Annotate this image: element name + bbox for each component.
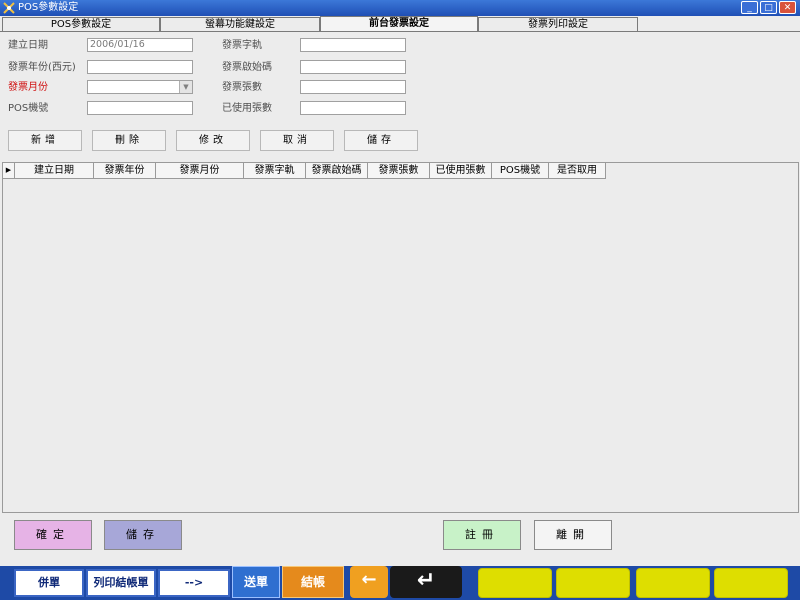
function-key-1[interactable] <box>478 568 552 598</box>
back-arrow-icon[interactable]: ← <box>350 566 388 598</box>
save-record-button[interactable]: 儲存 <box>344 130 418 151</box>
pos-number-field[interactable] <box>87 101 193 115</box>
chevron-down-icon[interactable]: ▼ <box>179 81 192 93</box>
minimize-button[interactable]: _ <box>741 1 758 14</box>
register-button[interactable]: 註冊 <box>443 520 521 550</box>
maximize-button[interactable]: □ <box>760 1 777 14</box>
col-pos-number[interactable]: POS機號 <box>492 163 549 179</box>
app-icon <box>3 2 15 14</box>
cancel-button[interactable]: 取消 <box>260 130 334 151</box>
function-key-2[interactable] <box>556 568 630 598</box>
tab-strip: POS參數設定 螢幕功能鍵設定 前台發票設定 發票列印設定 <box>0 16 800 32</box>
pos-taskbar: 併單 列印結帳單 --> 送單 結帳 ← ↵ <box>0 566 800 600</box>
col-invoice-start[interactable]: 發票啟始碼 <box>306 163 368 179</box>
invoice-start-label: 發票啟始碼 <box>222 62 272 73</box>
add-button[interactable]: 新增 <box>8 130 82 151</box>
leave-button[interactable]: 離開 <box>534 520 612 550</box>
invoice-year-field[interactable] <box>87 60 193 74</box>
tab-divider <box>0 31 800 32</box>
enter-arrow-icon[interactable]: ↵ <box>390 566 462 598</box>
col-used-count[interactable]: 已使用張數 <box>430 163 492 179</box>
created-date-field[interactable]: 2006/01/16 <box>87 38 193 52</box>
tab-invoice-print[interactable]: 發票列印設定 <box>478 17 638 31</box>
col-invoice-month[interactable]: 發票月份 <box>156 163 244 179</box>
tab-function-keys[interactable]: 螢幕功能鍵設定 <box>160 17 320 31</box>
merge-order-button[interactable]: 併單 <box>14 569 84 597</box>
col-taken[interactable]: 是否取用 <box>549 163 606 179</box>
tab-pos-settings[interactable]: POS參數設定 <box>2 17 160 31</box>
save-button[interactable]: 儲存 <box>104 520 182 550</box>
col-invoice-year[interactable]: 發票年份 <box>94 163 156 179</box>
invoice-track-field[interactable] <box>300 38 406 52</box>
close-button[interactable]: ✕ <box>779 1 796 14</box>
send-order-button[interactable]: 送單 <box>232 566 280 598</box>
checkout-button[interactable]: 結帳 <box>282 566 344 598</box>
created-date-label: 建立日期 <box>8 40 48 51</box>
window-title: POS參數設定 <box>18 2 79 13</box>
used-count-field[interactable] <box>300 101 406 115</box>
tab-invoice-settings[interactable]: 前台發票設定 <box>320 16 478 32</box>
invoice-grid[interactable]: ▶ 建立日期 發票年份 發票月份 發票字軌 發票啟始碼 發票張數 已使用張數 P… <box>2 162 799 513</box>
invoice-year-label: 發票年份(西元) <box>8 62 76 73</box>
col-invoice-track[interactable]: 發票字軌 <box>244 163 306 179</box>
next-page-button[interactable]: --> <box>158 569 230 597</box>
col-invoice-count[interactable]: 發票張數 <box>368 163 430 179</box>
edit-button[interactable]: 修改 <box>176 130 250 151</box>
invoice-track-label: 發票字軌 <box>222 40 262 51</box>
col-created-date[interactable]: 建立日期 <box>15 163 94 179</box>
title-bar: POS參數設定 _ □ ✕ <box>0 0 800 16</box>
invoice-month-label: 發票月份 <box>8 82 48 93</box>
function-key-3[interactable] <box>636 568 710 598</box>
invoice-month-select[interactable]: ▼ <box>87 80 193 94</box>
function-key-4[interactable] <box>714 568 788 598</box>
delete-button[interactable]: 刪除 <box>92 130 166 151</box>
used-count-label: 已使用張數 <box>222 103 272 114</box>
grid-header: ▶ 建立日期 發票年份 發票月份 發票字軌 發票啟始碼 發票張數 已使用張數 P… <box>3 163 606 179</box>
invoice-start-field[interactable] <box>300 60 406 74</box>
print-bill-button[interactable]: 列印結帳單 <box>86 569 156 597</box>
confirm-button[interactable]: 確定 <box>14 520 92 550</box>
row-selector-icon: ▶ <box>3 163 15 179</box>
invoice-count-field[interactable] <box>300 80 406 94</box>
invoice-count-label: 發票張數 <box>222 82 262 93</box>
pos-number-label: POS機號 <box>8 103 49 114</box>
